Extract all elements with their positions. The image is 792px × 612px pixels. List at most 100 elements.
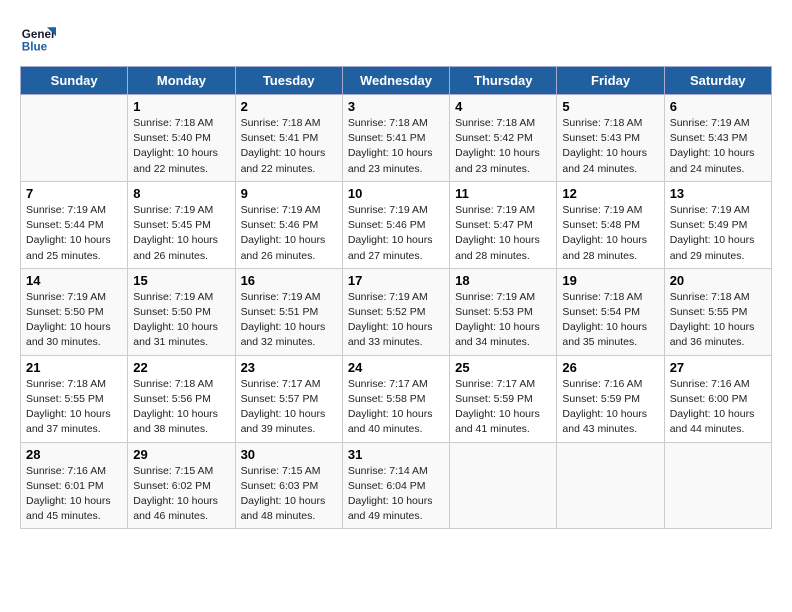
day-info: Sunrise: 7:19 AM Sunset: 5:49 PM Dayligh… (670, 203, 766, 264)
day-number: 14 (26, 273, 122, 288)
calendar-day-cell: 19Sunrise: 7:18 AM Sunset: 5:54 PM Dayli… (557, 268, 664, 355)
day-number: 11 (455, 186, 551, 201)
calendar-day-cell: 20 Sunrise: 7:18 AM Sunset: 5:55 PM Dayli… (664, 268, 771, 355)
calendar-day-cell: 2Sunrise: 7:18 AM Sunset: 5:41 PM Daylig… (235, 95, 342, 182)
calendar-day-cell: 25 Sunrise: 7:17 AM Sunset: 5:59 PM Dayli… (450, 355, 557, 442)
calendar-day-cell: 9Sunrise: 7:19 AM Sunset: 5:46 PM Daylig… (235, 181, 342, 268)
day-info: Sunrise: 7:19 AM Sunset: 5:53 PM Dayligh… (455, 290, 551, 351)
day-number: 28 (26, 447, 122, 462)
day-number: 7 (26, 186, 122, 201)
calendar-day-cell: 17 Sunrise: 7:19 AM Sunset: 5:52 PM Dayli… (342, 268, 449, 355)
day-number: 3 (348, 99, 444, 114)
day-info: Sunrise: 7:19 AM Sunset: 5:43 PM Dayligh… (670, 116, 766, 177)
day-info: Sunrise: 7:17 AM Sunset: 5:57 PM Dayligh… (241, 377, 337, 438)
day-number: 27 (670, 360, 766, 375)
day-info: Sunrise: 7:19 AM Sunset: 5:48 PM Dayligh… (562, 203, 658, 264)
weekday-header-cell: Friday (557, 67, 664, 95)
calendar-day-cell: 8 Sunrise: 7:19 AM Sunset: 5:45 PM Daylig… (128, 181, 235, 268)
calendar-day-cell: 26 Sunrise: 7:16 AM Sunset: 5:59 PM Dayli… (557, 355, 664, 442)
weekday-header-cell: Saturday (664, 67, 771, 95)
calendar-day-cell (21, 95, 128, 182)
day-number: 5 (562, 99, 658, 114)
calendar-day-cell: 18 Sunrise: 7:19 AM Sunset: 5:53 PM Dayli… (450, 268, 557, 355)
day-info: Sunrise: 7:18 AM Sunset: 5:42 PM Dayligh… (455, 116, 551, 177)
day-number: 31 (348, 447, 444, 462)
calendar-day-cell: 15 Sunrise: 7:19 AM Sunset: 5:50 PM Dayli… (128, 268, 235, 355)
day-number: 8 (133, 186, 229, 201)
day-number: 13 (670, 186, 766, 201)
day-number: 1 (133, 99, 229, 114)
day-info: Sunrise: 7:17 AM Sunset: 5:58 PM Dayligh… (348, 377, 444, 438)
day-number: 2 (241, 99, 337, 114)
calendar-day-cell: 23Sunrise: 7:17 AM Sunset: 5:57 PM Dayli… (235, 355, 342, 442)
calendar-day-cell: 10Sunrise: 7:19 AM Sunset: 5:46 PM Dayli… (342, 181, 449, 268)
calendar-body: 1 Sunrise: 7:18 AM Sunset: 5:40 PM Daylig… (21, 95, 772, 529)
calendar-day-cell: 11 Sunrise: 7:19 AM Sunset: 5:47 PM Dayli… (450, 181, 557, 268)
day-info: Sunrise: 7:18 AM Sunset: 5:43 PM Dayligh… (562, 116, 658, 177)
day-number: 17 (348, 273, 444, 288)
logo-icon: General Blue (20, 20, 56, 56)
weekday-header-cell: Sunday (21, 67, 128, 95)
calendar-day-cell: 7 Sunrise: 7:19 AM Sunset: 5:44 PM Daylig… (21, 181, 128, 268)
day-info: Sunrise: 7:19 AM Sunset: 5:46 PM Dayligh… (348, 203, 444, 264)
svg-text:Blue: Blue (22, 41, 48, 54)
day-info: Sunrise: 7:18 AM Sunset: 5:40 PM Dayligh… (133, 116, 229, 177)
day-number: 19 (562, 273, 658, 288)
day-info: Sunrise: 7:19 AM Sunset: 5:45 PM Dayligh… (133, 203, 229, 264)
weekday-header-cell: Tuesday (235, 67, 342, 95)
day-info: Sunrise: 7:15 AM Sunset: 6:02 PM Dayligh… (133, 464, 229, 525)
calendar-day-cell: 30 Sunrise: 7:15 AM Sunset: 6:03 PM Dayli… (235, 442, 342, 529)
calendar-day-cell: 27 Sunrise: 7:16 AM Sunset: 6:00 PM Dayli… (664, 355, 771, 442)
calendar-day-cell: 31 Sunrise: 7:14 AM Sunset: 6:04 PM Dayli… (342, 442, 449, 529)
day-info: Sunrise: 7:18 AM Sunset: 5:55 PM Dayligh… (670, 290, 766, 351)
day-number: 24 (348, 360, 444, 375)
day-info: Sunrise: 7:17 AM Sunset: 5:59 PM Dayligh… (455, 377, 551, 438)
weekday-header-cell: Thursday (450, 67, 557, 95)
calendar-day-cell: 13 Sunrise: 7:19 AM Sunset: 5:49 PM Dayli… (664, 181, 771, 268)
calendar-day-cell: 5 Sunrise: 7:18 AM Sunset: 5:43 PM Daylig… (557, 95, 664, 182)
day-number: 18 (455, 273, 551, 288)
calendar-day-cell: 3Sunrise: 7:18 AM Sunset: 5:41 PM Daylig… (342, 95, 449, 182)
day-number: 22 (133, 360, 229, 375)
calendar-day-cell: 6Sunrise: 7:19 AM Sunset: 5:43 PM Daylig… (664, 95, 771, 182)
calendar-week-row: 14 Sunrise: 7:19 AM Sunset: 5:50 PM Dayli… (21, 268, 772, 355)
calendar-day-cell: 21 Sunrise: 7:18 AM Sunset: 5:55 PM Dayli… (21, 355, 128, 442)
day-info: Sunrise: 7:19 AM Sunset: 5:46 PM Dayligh… (241, 203, 337, 264)
calendar-day-cell: 16Sunrise: 7:19 AM Sunset: 5:51 PM Dayli… (235, 268, 342, 355)
calendar-day-cell: 4Sunrise: 7:18 AM Sunset: 5:42 PM Daylig… (450, 95, 557, 182)
day-number: 25 (455, 360, 551, 375)
day-number: 15 (133, 273, 229, 288)
day-number: 21 (26, 360, 122, 375)
day-number: 20 (670, 273, 766, 288)
day-info: Sunrise: 7:19 AM Sunset: 5:47 PM Dayligh… (455, 203, 551, 264)
calendar-day-cell: 12Sunrise: 7:19 AM Sunset: 5:48 PM Dayli… (557, 181, 664, 268)
day-info: Sunrise: 7:18 AM Sunset: 5:55 PM Dayligh… (26, 377, 122, 438)
day-number: 26 (562, 360, 658, 375)
day-info: Sunrise: 7:19 AM Sunset: 5:52 PM Dayligh… (348, 290, 444, 351)
calendar-day-cell (450, 442, 557, 529)
day-info: Sunrise: 7:18 AM Sunset: 5:56 PM Dayligh… (133, 377, 229, 438)
page-header: General Blue (20, 20, 772, 56)
day-info: Sunrise: 7:15 AM Sunset: 6:03 PM Dayligh… (241, 464, 337, 525)
day-info: Sunrise: 7:14 AM Sunset: 6:04 PM Dayligh… (348, 464, 444, 525)
calendar-day-cell: 1 Sunrise: 7:18 AM Sunset: 5:40 PM Daylig… (128, 95, 235, 182)
calendar-day-cell: 28 Sunrise: 7:16 AM Sunset: 6:01 PM Dayli… (21, 442, 128, 529)
calendar-week-row: 7 Sunrise: 7:19 AM Sunset: 5:44 PM Daylig… (21, 181, 772, 268)
day-info: Sunrise: 7:16 AM Sunset: 6:00 PM Dayligh… (670, 377, 766, 438)
calendar-week-row: 28 Sunrise: 7:16 AM Sunset: 6:01 PM Dayli… (21, 442, 772, 529)
calendar-day-cell: 22 Sunrise: 7:18 AM Sunset: 5:56 PM Dayli… (128, 355, 235, 442)
calendar-day-cell (664, 442, 771, 529)
calendar-week-row: 21 Sunrise: 7:18 AM Sunset: 5:55 PM Dayli… (21, 355, 772, 442)
day-info: Sunrise: 7:19 AM Sunset: 5:50 PM Dayligh… (133, 290, 229, 351)
day-number: 30 (241, 447, 337, 462)
calendar-week-row: 1 Sunrise: 7:18 AM Sunset: 5:40 PM Daylig… (21, 95, 772, 182)
logo: General Blue (20, 20, 56, 56)
day-info: Sunrise: 7:19 AM Sunset: 5:44 PM Dayligh… (26, 203, 122, 264)
day-info: Sunrise: 7:16 AM Sunset: 5:59 PM Dayligh… (562, 377, 658, 438)
day-info: Sunrise: 7:16 AM Sunset: 6:01 PM Dayligh… (26, 464, 122, 525)
calendar-day-cell: 24 Sunrise: 7:17 AM Sunset: 5:58 PM Dayli… (342, 355, 449, 442)
calendar-day-cell: 29Sunrise: 7:15 AM Sunset: 6:02 PM Dayli… (128, 442, 235, 529)
calendar-table: SundayMondayTuesdayWednesdayThursdayFrid… (20, 66, 772, 529)
day-info: Sunrise: 7:19 AM Sunset: 5:51 PM Dayligh… (241, 290, 337, 351)
weekday-header-row: SundayMondayTuesdayWednesdayThursdayFrid… (21, 67, 772, 95)
